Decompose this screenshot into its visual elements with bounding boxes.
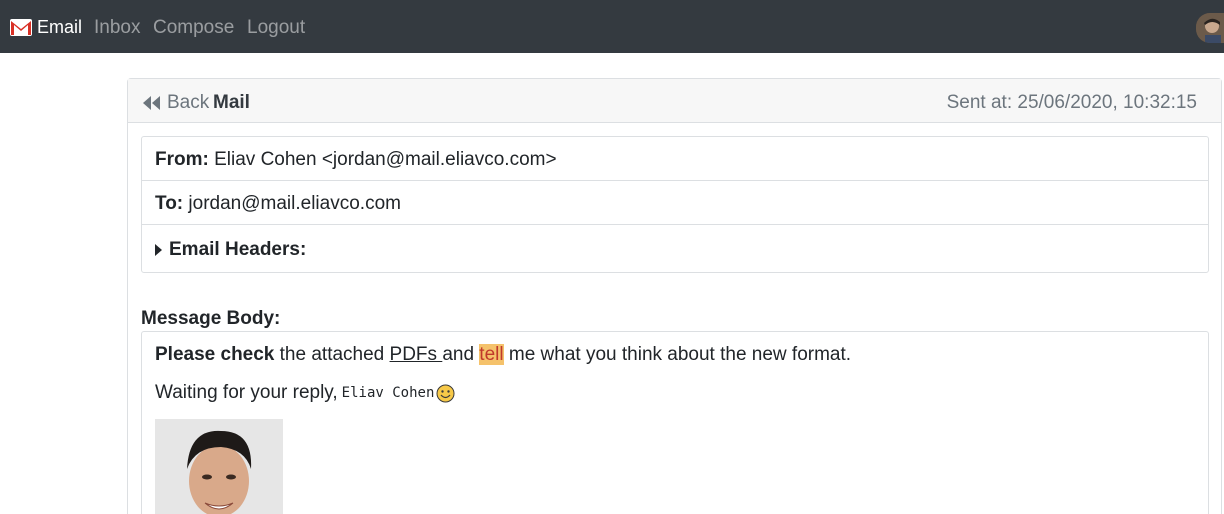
message-text: me what you think about the new format.: [503, 344, 852, 365]
navbar: Email Inbox Compose Logout: [0, 0, 1224, 53]
message-bold-text: Please check: [155, 344, 275, 365]
from-row: From: Eliav Cohen <jordan@mail.eliavco.c…: [142, 137, 1208, 181]
pdfs-link[interactable]: PDFs: [390, 344, 443, 365]
message-body-label: Message Body:: [141, 308, 281, 329]
avatar-photo: [1196, 13, 1224, 43]
user-avatar[interactable]: [1196, 13, 1224, 43]
attached-photo: [155, 419, 283, 514]
from-value: Eliav Cohen <jordan@mail.eliavco.com>: [214, 149, 557, 170]
message-text: and: [442, 344, 480, 365]
brand-label: Email: [37, 16, 83, 37]
email-headers-toggle[interactable]: Email Headers:: [155, 239, 1208, 261]
fast-backward-icon: [143, 96, 160, 110]
nav-inbox[interactable]: Inbox: [94, 17, 140, 39]
from-label: From:: [155, 149, 209, 170]
page-title: Mail: [213, 92, 250, 113]
to-value: jordan@mail.eliavco.com: [188, 193, 401, 214]
nav-compose[interactable]: Compose: [153, 17, 234, 39]
brand-link[interactable]: Email: [10, 16, 82, 38]
headers-row: Email Headers:: [142, 225, 1208, 269]
back-label: Back: [167, 92, 210, 113]
headers-label: Email Headers:: [169, 239, 307, 260]
smiley-icon: [436, 384, 455, 402]
message-line-1: Please check the attached PDFs and tell …: [155, 344, 851, 366]
signature-text: Eliav Cohen: [341, 385, 435, 401]
back-button[interactable]: Back: [141, 92, 209, 114]
highlighted-text: tell: [479, 344, 504, 365]
gmail-icon: [10, 18, 32, 36]
message-text: the attached: [274, 344, 390, 365]
to-row: To: jordan@mail.eliavco.com: [142, 181, 1208, 225]
to-label: To:: [155, 193, 184, 214]
caret-right-icon: [155, 244, 162, 256]
message-line-2: Waiting for your reply, Eliav Cohen: [155, 382, 455, 404]
mail-card: Back Mail Sent at: 25/06/2020, 10:32:15 …: [127, 78, 1222, 514]
portrait-image: [155, 419, 283, 514]
message-text: Waiting for your reply,: [155, 382, 338, 403]
card-header: Back Mail Sent at: 25/06/2020, 10:32:15: [128, 79, 1221, 123]
message-body: Please check the attached PDFs and tell …: [141, 331, 1209, 514]
nav-logout[interactable]: Logout: [247, 17, 305, 39]
email-meta-list: From: Eliav Cohen <jordan@mail.eliavco.c…: [141, 136, 1209, 273]
sent-at: Sent at: 25/06/2020, 10:32:15: [946, 92, 1197, 113]
